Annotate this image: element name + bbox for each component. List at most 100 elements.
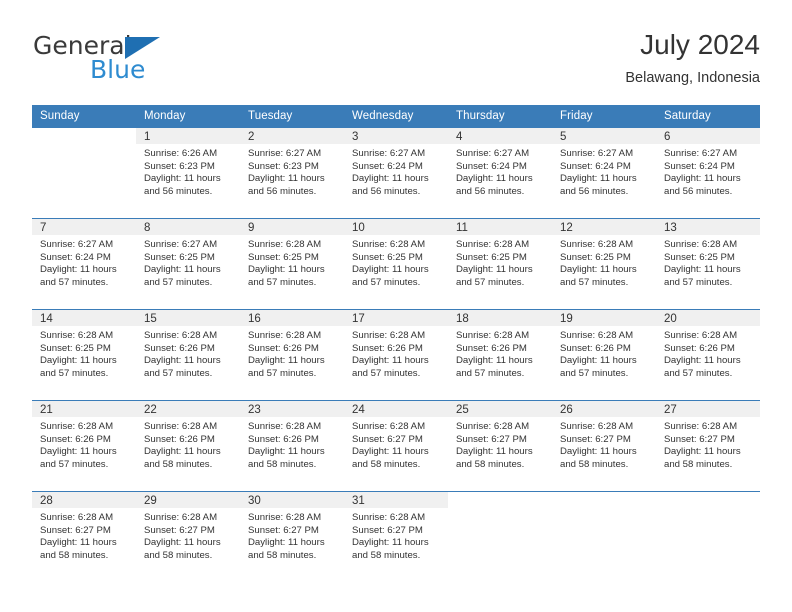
day-detail-line: and 57 minutes.: [40, 367, 109, 379]
day-detail-line: Sunrise: 6:28 AM: [664, 239, 738, 250]
day-cell[interactable]: 2 Sunrise: 6:27 AM Sunset: 6:23 PM Daylight…: [240, 127, 344, 219]
day-details: Sunrise: 6:28 AM Sunset: 6:25 PM Daylight:…: [32, 326, 136, 380]
day-number: 3: [344, 128, 448, 144]
day-detail-line: and 57 minutes.: [560, 276, 629, 288]
day-detail-line: Sunrise: 6:28 AM: [664, 330, 738, 341]
day-detail-line: and 57 minutes.: [352, 367, 421, 379]
day-number: 5: [552, 128, 656, 144]
day-detail-line: and 58 minutes.: [456, 458, 525, 470]
day-cell[interactable]: 8 Sunrise: 6:27 AM Sunset: 6:25 PM Daylight…: [136, 218, 240, 310]
day-detail-line: and 58 minutes.: [664, 458, 733, 470]
day-detail-line: Sunrise: 6:28 AM: [456, 421, 530, 432]
day-cell[interactable]: 16 Sunrise: 6:28 AM Sunset: 6:26 PM Dayligh…: [240, 309, 344, 401]
day-detail-line: Sunrise: 6:28 AM: [248, 421, 322, 432]
day-cell[interactable]: 15 Sunrise: 6:28 AM Sunset: 6:26 PM Dayligh…: [136, 309, 240, 401]
day-cell[interactable]: 7 Sunrise: 6:27 AM Sunset: 6:24 PM Daylight…: [32, 218, 136, 310]
calendar-table: Sunday Monday Tuesday Wednesday Thursday Frid…: [32, 105, 760, 582]
weekday-header-monday: Monday: [136, 105, 240, 128]
day-detail-line: Daylight: 11 hours: [248, 355, 325, 367]
day-detail-line: Daylight: 11 hours: [40, 537, 117, 549]
day-detail-line: Sunset: 6:24 PM: [664, 160, 735, 172]
day-detail-line: and 57 minutes.: [248, 276, 317, 288]
day-detail-line: Daylight: 11 hours: [248, 446, 325, 458]
day-detail-line: Sunset: 6:24 PM: [40, 251, 111, 263]
day-detail-line: Daylight: 11 hours: [352, 446, 429, 458]
day-detail-line: Daylight: 11 hours: [664, 173, 741, 185]
day-cell[interactable]: 6 Sunrise: 6:27 AM Sunset: 6:24 PM Daylight…: [656, 127, 760, 219]
day-cell[interactable]: 3 Sunrise: 6:27 AM Sunset: 6:24 PM Daylight…: [344, 127, 448, 219]
day-cell[interactable]: 27 Sunrise: 6:28 AM Sunset: 6:27 PM Dayligh…: [656, 400, 760, 492]
day-details: [552, 508, 656, 512]
day-cell[interactable]: 26 Sunrise: 6:28 AM Sunset: 6:27 PM Dayligh…: [552, 400, 656, 492]
day-detail-line: and 57 minutes.: [144, 276, 213, 288]
day-cell[interactable]: 18 Sunrise: 6:28 AM Sunset: 6:26 PM Dayligh…: [448, 309, 552, 401]
day-cell[interactable]: 11 Sunrise: 6:28 AM Sunset: 6:25 PM Dayligh…: [448, 218, 552, 310]
day-cell[interactable]: 1 Sunrise: 6:26 AM Sunset: 6:23 PM Daylight…: [136, 127, 240, 219]
day-detail-line: Sunrise: 6:28 AM: [248, 239, 322, 250]
day-cell[interactable]: 25 Sunrise: 6:28 AM Sunset: 6:27 PM Dayligh…: [448, 400, 552, 492]
weekday-header-row: Sunday Monday Tuesday Wednesday Thursday Frid…: [32, 105, 760, 128]
day-cell[interactable]: 12 Sunrise: 6:28 AM Sunset: 6:25 PM Dayligh…: [552, 218, 656, 310]
day-number: [448, 492, 552, 508]
day-details: Sunrise: 6:28 AM Sunset: 6:27 PM Daylight:…: [552, 417, 656, 471]
day-detail-line: Sunset: 6:26 PM: [248, 433, 319, 445]
day-cell[interactable]: 23 Sunrise: 6:28 AM Sunset: 6:26 PM Dayligh…: [240, 400, 344, 492]
day-cell[interactable]: 5 Sunrise: 6:27 AM Sunset: 6:24 PM Daylight…: [552, 127, 656, 219]
day-cell[interactable]: 17 Sunrise: 6:28 AM Sunset: 6:26 PM Dayligh…: [344, 309, 448, 401]
day-detail-line: and 57 minutes.: [352, 276, 421, 288]
day-detail-line: Daylight: 11 hours: [456, 264, 533, 276]
day-detail-line: Daylight: 11 hours: [352, 264, 429, 276]
day-detail-line: Sunrise: 6:28 AM: [40, 330, 114, 341]
day-detail-line: Sunset: 6:26 PM: [144, 342, 215, 354]
day-number: 20: [656, 310, 760, 326]
logo-text-blue: Blue: [90, 55, 146, 84]
day-number: 30: [240, 492, 344, 508]
day-details: Sunrise: 6:28 AM Sunset: 6:25 PM Daylight:…: [344, 235, 448, 289]
calendar-body: 1 Sunrise: 6:26 AM Sunset: 6:23 PM Daylight…: [32, 127, 760, 582]
day-detail-line: Daylight: 11 hours: [352, 537, 429, 549]
day-detail-line: Sunrise: 6:28 AM: [560, 330, 634, 341]
day-number: 27: [656, 401, 760, 417]
day-detail-line: Sunset: 6:24 PM: [456, 160, 527, 172]
day-detail-line: Sunset: 6:27 PM: [40, 524, 111, 536]
day-detail-line: Daylight: 11 hours: [248, 173, 325, 185]
day-cell-empty: [656, 491, 760, 582]
day-detail-line: Sunset: 6:27 PM: [352, 433, 423, 445]
day-cell[interactable]: 10 Sunrise: 6:28 AM Sunset: 6:25 PM Dayligh…: [344, 218, 448, 310]
day-detail-line: Sunrise: 6:27 AM: [456, 148, 530, 159]
day-details: Sunrise: 6:27 AM Sunset: 6:24 PM Daylight:…: [344, 144, 448, 198]
day-cell[interactable]: 19 Sunrise: 6:28 AM Sunset: 6:26 PM Dayligh…: [552, 309, 656, 401]
day-cell[interactable]: 20 Sunrise: 6:28 AM Sunset: 6:26 PM Dayligh…: [656, 309, 760, 401]
day-details: Sunrise: 6:28 AM Sunset: 6:26 PM Daylight:…: [448, 326, 552, 380]
day-number: 17: [344, 310, 448, 326]
day-detail-line: Daylight: 11 hours: [40, 264, 117, 276]
day-number: [552, 492, 656, 508]
day-cell[interactable]: 30 Sunrise: 6:28 AM Sunset: 6:27 PM Dayligh…: [240, 491, 344, 582]
day-number: 9: [240, 219, 344, 235]
day-cell[interactable]: 14 Sunrise: 6:28 AM Sunset: 6:25 PM Dayligh…: [32, 309, 136, 401]
day-number: 28: [32, 492, 136, 508]
day-cell[interactable]: 28 Sunrise: 6:28 AM Sunset: 6:27 PM Dayligh…: [32, 491, 136, 582]
day-cell[interactable]: 21 Sunrise: 6:28 AM Sunset: 6:26 PM Dayligh…: [32, 400, 136, 492]
day-detail-line: Sunset: 6:25 PM: [40, 342, 111, 354]
week-row: 21 Sunrise: 6:28 AM Sunset: 6:26 PM Dayligh…: [32, 400, 760, 492]
day-details: Sunrise: 6:28 AM Sunset: 6:27 PM Daylight:…: [136, 508, 240, 562]
day-number: 25: [448, 401, 552, 417]
day-detail-line: Sunrise: 6:28 AM: [40, 421, 114, 432]
day-detail-line: Sunset: 6:25 PM: [144, 251, 215, 263]
day-cell[interactable]: 29 Sunrise: 6:28 AM Sunset: 6:27 PM Dayligh…: [136, 491, 240, 582]
day-cell[interactable]: 4 Sunrise: 6:27 AM Sunset: 6:24 PM Daylight…: [448, 127, 552, 219]
day-details: Sunrise: 6:28 AM Sunset: 6:27 PM Daylight:…: [344, 508, 448, 562]
day-number: 22: [136, 401, 240, 417]
day-details: Sunrise: 6:28 AM Sunset: 6:27 PM Daylight:…: [656, 417, 760, 471]
general-blue-logo[interactable]: General Blue: [32, 32, 252, 92]
day-cell[interactable]: 22 Sunrise: 6:28 AM Sunset: 6:26 PM Dayligh…: [136, 400, 240, 492]
day-detail-line: Sunset: 6:27 PM: [248, 524, 319, 536]
day-cell[interactable]: 13 Sunrise: 6:28 AM Sunset: 6:25 PM Dayligh…: [656, 218, 760, 310]
day-detail-line: Daylight: 11 hours: [560, 173, 637, 185]
day-cell[interactable]: 31 Sunrise: 6:28 AM Sunset: 6:27 PM Dayligh…: [344, 491, 448, 582]
day-cell[interactable]: 9 Sunrise: 6:28 AM Sunset: 6:25 PM Daylight…: [240, 218, 344, 310]
day-details: Sunrise: 6:28 AM Sunset: 6:26 PM Daylight:…: [240, 326, 344, 380]
day-number: 19: [552, 310, 656, 326]
day-cell[interactable]: 24 Sunrise: 6:28 AM Sunset: 6:27 PM Dayligh…: [344, 400, 448, 492]
